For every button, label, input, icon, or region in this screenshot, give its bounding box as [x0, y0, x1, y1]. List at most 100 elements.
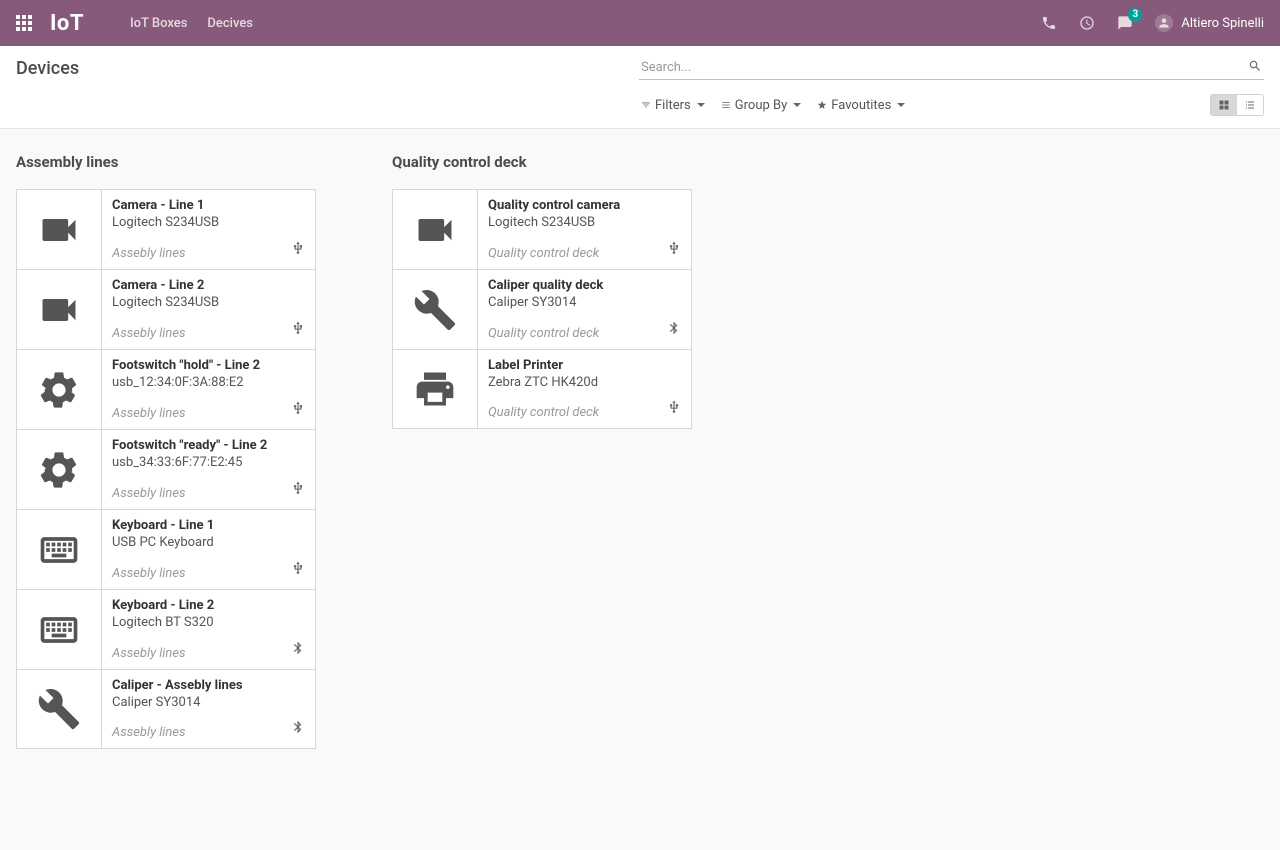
device-name: Caliper - Assebly lines [112, 678, 305, 693]
usb-icon [291, 561, 305, 579]
usb-icon [291, 481, 305, 499]
nav-iot-boxes[interactable]: IoT Boxes [130, 16, 187, 31]
header-left: IoT IoT Boxes Decives [16, 11, 253, 36]
wrench-icon [393, 270, 478, 349]
card-body: Caliper quality deck Caliper SY3014 Qualit… [478, 270, 691, 349]
device-card[interactable]: Caliper quality deck Caliper SY3014 Qualit… [392, 269, 692, 349]
device-category: Assebly lines [112, 566, 305, 581]
brand: IoT [50, 11, 84, 36]
view-switcher [1210, 94, 1264, 116]
bluetooth-icon [291, 720, 305, 738]
device-model: usb_34:33:6F:77:E2:45 [112, 455, 305, 470]
device-card[interactable]: Footswitch "hold" - Line 2usb_12:34:0F:3… [16, 349, 316, 429]
device-model: Caliper SY3014 [112, 695, 305, 710]
device-name: Caliper quality deck [488, 278, 681, 293]
star-icon [817, 100, 827, 110]
control-panel: Devices Filters Group By Favoutites [0, 46, 1280, 129]
kanban-view-button[interactable] [1211, 95, 1237, 115]
device-name: Camera - Line 1 [112, 198, 305, 213]
card-body: Camera - Line 2 Logitech S234USB Assebly l… [102, 270, 315, 349]
gear-icon [17, 350, 102, 429]
phone-icon[interactable] [1041, 15, 1057, 31]
filter-icon [641, 100, 651, 110]
device-model: Logitech S234USB [112, 215, 305, 230]
avatar [1155, 14, 1173, 32]
wrench-icon [17, 670, 102, 748]
device-name: Quality control camera [488, 198, 681, 213]
filter-group: Filters Group By Favoutites [641, 98, 905, 113]
groupby-label: Group By [735, 98, 788, 113]
user-menu[interactable]: Altiero Spinelli [1155, 14, 1264, 32]
search-wrap [639, 56, 1264, 80]
nav-links: IoT Boxes Decives [130, 16, 253, 31]
device-card[interactable]: Caliper - Assebly linesCaliper SY3014Ass… [16, 669, 316, 749]
search-icon[interactable] [1248, 59, 1262, 77]
device-name: Label Printer [488, 358, 681, 373]
activity-icon[interactable] [1079, 15, 1095, 31]
device-model: Logitech BT S320 [112, 615, 305, 630]
chevron-down-icon [697, 103, 705, 107]
camera-icon [393, 190, 478, 269]
filters-dropdown[interactable]: Filters [641, 98, 705, 113]
column-title: Assembly lines [16, 153, 316, 171]
column-title: Quality control deck [392, 153, 692, 171]
keyboard-icon [17, 510, 102, 589]
card-body: Quality control camera Logitech S234USB Qu… [478, 190, 691, 269]
favourites-label: Favoutites [831, 98, 891, 113]
notification-badge: 3 [1128, 8, 1142, 22]
card-body: Caliper - Assebly linesCaliper SY3014Ass… [102, 670, 315, 748]
device-card[interactable]: Camera - Line 1 Logitech S234USB Assebly l… [16, 189, 316, 269]
usb-icon [667, 241, 681, 259]
search-input[interactable] [639, 56, 1264, 79]
device-card[interactable]: Keyboard - Line 1 USB PC Keyboard Assebly … [16, 509, 316, 589]
device-card[interactable]: Footswitch "ready" - Line 2 usb_34:33:6F:… [16, 429, 316, 509]
device-card[interactable]: Keyboard - Line 2Logitech BT S320Assebly… [16, 589, 316, 669]
nav-devices[interactable]: Decives [207, 16, 253, 31]
user-name: Altiero Spinelli [1181, 16, 1264, 31]
kanban-icon [1218, 99, 1230, 111]
chevron-down-icon [897, 103, 905, 107]
device-model: USB PC Keyboard [112, 535, 305, 550]
device-category: Assebly lines [112, 326, 305, 341]
device-model: Logitech S234USB [488, 215, 681, 230]
device-name: Keyboard - Line 1 [112, 518, 305, 533]
usb-icon [291, 401, 305, 419]
bluetooth-icon [291, 641, 305, 659]
device-category: Assebly lines [112, 646, 305, 661]
card-body: Keyboard - Line 1 USB PC Keyboard Assebly … [102, 510, 315, 589]
device-category: Assebly lines [112, 246, 305, 261]
card-body: Keyboard - Line 2Logitech BT S320Assebly… [102, 590, 315, 669]
groupby-dropdown[interactable]: Group By [721, 98, 802, 113]
keyboard-icon [17, 590, 102, 669]
device-model: Caliper SY3014 [488, 295, 681, 310]
list-view-button[interactable] [1237, 95, 1263, 115]
device-card[interactable]: Camera - Line 2 Logitech S234USB Assebly l… [16, 269, 316, 349]
main-content: Assembly lines Camera - Line 1 Logitech S2… [0, 129, 1280, 773]
chat-icon[interactable]: 3 [1117, 15, 1133, 31]
printer-icon [393, 350, 478, 428]
favourites-dropdown[interactable]: Favoutites [817, 98, 905, 113]
device-model: Logitech S234USB [112, 295, 305, 310]
device-model: Zebra ZTC HK420d [488, 375, 681, 390]
device-category: Quality control deck [488, 326, 681, 341]
chevron-down-icon [793, 103, 801, 107]
usb-icon [291, 321, 305, 339]
gear-icon [17, 430, 102, 509]
device-category: Quality control deck [488, 246, 681, 261]
device-category: Quality control deck [488, 405, 681, 420]
card-body: Footswitch "hold" - Line 2usb_12:34:0F:3… [102, 350, 315, 429]
card-body: Label Printer Zebra ZTC HK420d Quality con… [478, 350, 691, 428]
apps-icon[interactable] [16, 15, 32, 31]
device-category: Assebly lines [112, 406, 305, 421]
device-card[interactable]: Quality control camera Logitech S234USB Qu… [392, 189, 692, 269]
device-name: Footswitch "ready" - Line 2 [112, 438, 305, 453]
device-card[interactable]: Label Printer Zebra ZTC HK420d Quality con… [392, 349, 692, 429]
list-icon [721, 100, 731, 110]
device-name: Camera - Line 2 [112, 278, 305, 293]
usb-icon [291, 241, 305, 259]
kanban-column: Quality control deckQuality control came… [392, 153, 692, 429]
app-header: IoT IoT Boxes Decives 3 Altiero Spinelli [0, 0, 1280, 46]
usb-icon [667, 400, 681, 418]
filters-label: Filters [655, 98, 691, 113]
device-model: usb_12:34:0F:3A:88:E2 [112, 375, 305, 390]
